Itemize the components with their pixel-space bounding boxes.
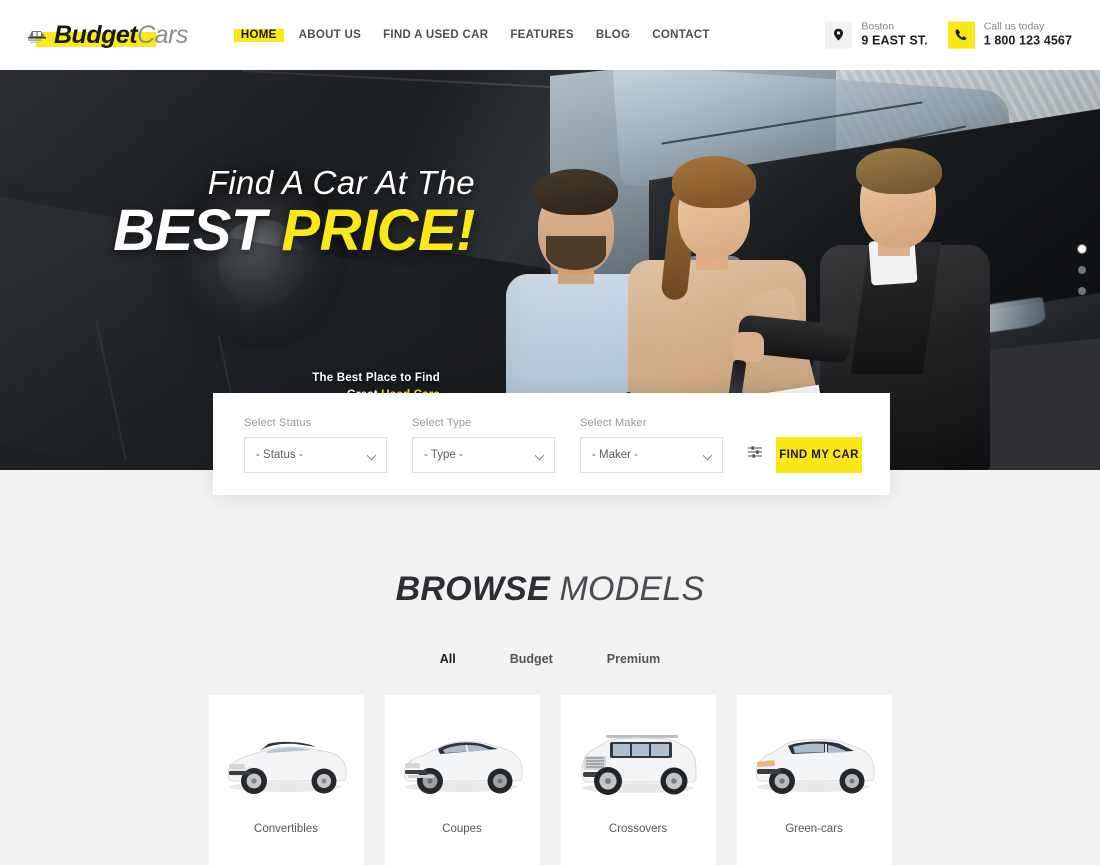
location-pin-badge (825, 22, 852, 49)
coupe-car-image (393, 713, 531, 807)
select-status[interactable]: - Status - (244, 437, 387, 473)
hero-slider-dot-2[interactable] (1078, 266, 1086, 274)
search-label-type: Select Type (412, 417, 555, 429)
car-logo-icon (28, 26, 50, 44)
filter-tab-budget[interactable]: Budget (501, 648, 562, 670)
model-card-convertibles[interactable]: Convertibles (209, 695, 364, 865)
browse-title-bold: BROWSE (396, 570, 560, 608)
nav-item-home[interactable]: HOME (230, 24, 288, 46)
search-field-status: Select Status - Status - (244, 417, 387, 473)
search-field-type: Select Type - Type - (412, 417, 555, 473)
model-label-crossovers: Crossovers (609, 823, 667, 835)
main-navigation: HOME ABOUT US FIND A USED CAR FEATURES B… (230, 24, 721, 46)
hero-slider-dot-1[interactable] (1078, 245, 1086, 253)
location-pin-icon (834, 29, 843, 41)
find-my-car-button[interactable]: FIND MY CAR (776, 437, 862, 473)
chevron-down-icon (536, 451, 545, 460)
filter-sliders-icon (748, 445, 762, 459)
car-search-panel: Select Status - Status - Select Type - T… (213, 393, 890, 495)
select-type-value: - Type - (424, 449, 463, 461)
nav-item-contact[interactable]: CONTACT (641, 24, 720, 46)
logo-secondary-text: Cars (137, 21, 188, 49)
logo-primary-text: Budget (54, 21, 137, 49)
logo-text: BudgetCars (54, 23, 188, 48)
nav-item-features[interactable]: FEATURES (499, 24, 585, 46)
search-field-maker: Select Maker - Maker - (580, 417, 723, 473)
contact-phone-number: 1 800 123 4567 (984, 34, 1072, 50)
browse-models-title: BROWSE MODELS (0, 572, 1100, 606)
model-card-crossovers[interactable]: Crossovers (561, 695, 716, 865)
models-grid: Convertibles (0, 695, 1100, 865)
site-logo[interactable]: BudgetCars (28, 18, 188, 52)
filter-tab-all[interactable]: All (431, 648, 465, 670)
contact-phone[interactable]: Call us today 1 800 123 4567 (948, 21, 1072, 50)
chevron-down-icon (368, 451, 377, 460)
select-status-value: - Status - (256, 449, 303, 461)
hero-subtext-line1: The Best Place to Find (140, 370, 440, 387)
contact-address: Boston 9 EAST ST. (825, 21, 927, 50)
model-label-convertibles: Convertibles (254, 823, 318, 835)
filter-tab-premium[interactable]: Premium (598, 648, 670, 670)
search-label-status: Select Status (244, 417, 387, 429)
model-card-green-cars[interactable]: Green-cars (737, 695, 892, 865)
chevron-down-icon (704, 451, 713, 460)
site-header: BudgetCars HOME ABOUT US FIND A USED CAR… (0, 0, 1100, 70)
contact-address-street: 9 EAST ST. (861, 34, 927, 50)
hero-headline-line1: Find A Car At The (0, 166, 475, 199)
browse-filter-tabs: All Budget Premium (0, 648, 1100, 670)
nav-item-blog[interactable]: BLOG (585, 24, 641, 46)
nav-item-find-a-used-car[interactable]: FIND A USED CAR (372, 24, 499, 46)
model-label-coupes: Coupes (442, 823, 482, 835)
select-maker-value: - Maker - (592, 449, 638, 461)
contact-address-city: Boston (861, 21, 927, 34)
hero-headline-price: PRICE! (281, 198, 475, 263)
suv-car-image (569, 713, 707, 807)
browse-models-section: BROWSE MODELS All Budget Premium (0, 496, 1100, 800)
contact-phone-caption: Call us today (984, 21, 1072, 34)
model-label-green-cars: Green-cars (785, 823, 843, 835)
phone-badge (948, 22, 975, 49)
phone-icon (955, 29, 967, 41)
hero-slider-dot-3[interactable] (1078, 287, 1086, 295)
select-type[interactable]: - Type - (412, 437, 555, 473)
search-label-maker: Select Maker (580, 417, 723, 429)
hatchback-car-image (745, 713, 883, 807)
model-card-coupes[interactable]: Coupes (385, 695, 540, 865)
select-maker[interactable]: - Maker - (580, 437, 723, 473)
hero-headline: Find A Car At The BEST PRICE! (0, 166, 475, 260)
browse-title-light: MODELS (560, 570, 705, 608)
advanced-search-toggle[interactable] (748, 445, 762, 464)
hero-headline-line2: BEST PRICE! (0, 201, 475, 260)
hero-headline-best: BEST (113, 198, 281, 263)
nav-item-about-us[interactable]: ABOUT US (288, 24, 372, 46)
header-contacts: Boston 9 EAST ST. Call us today 1 800 12… (825, 21, 1072, 50)
convertible-car-image (217, 713, 355, 807)
hero-slider-dots (1078, 245, 1086, 295)
